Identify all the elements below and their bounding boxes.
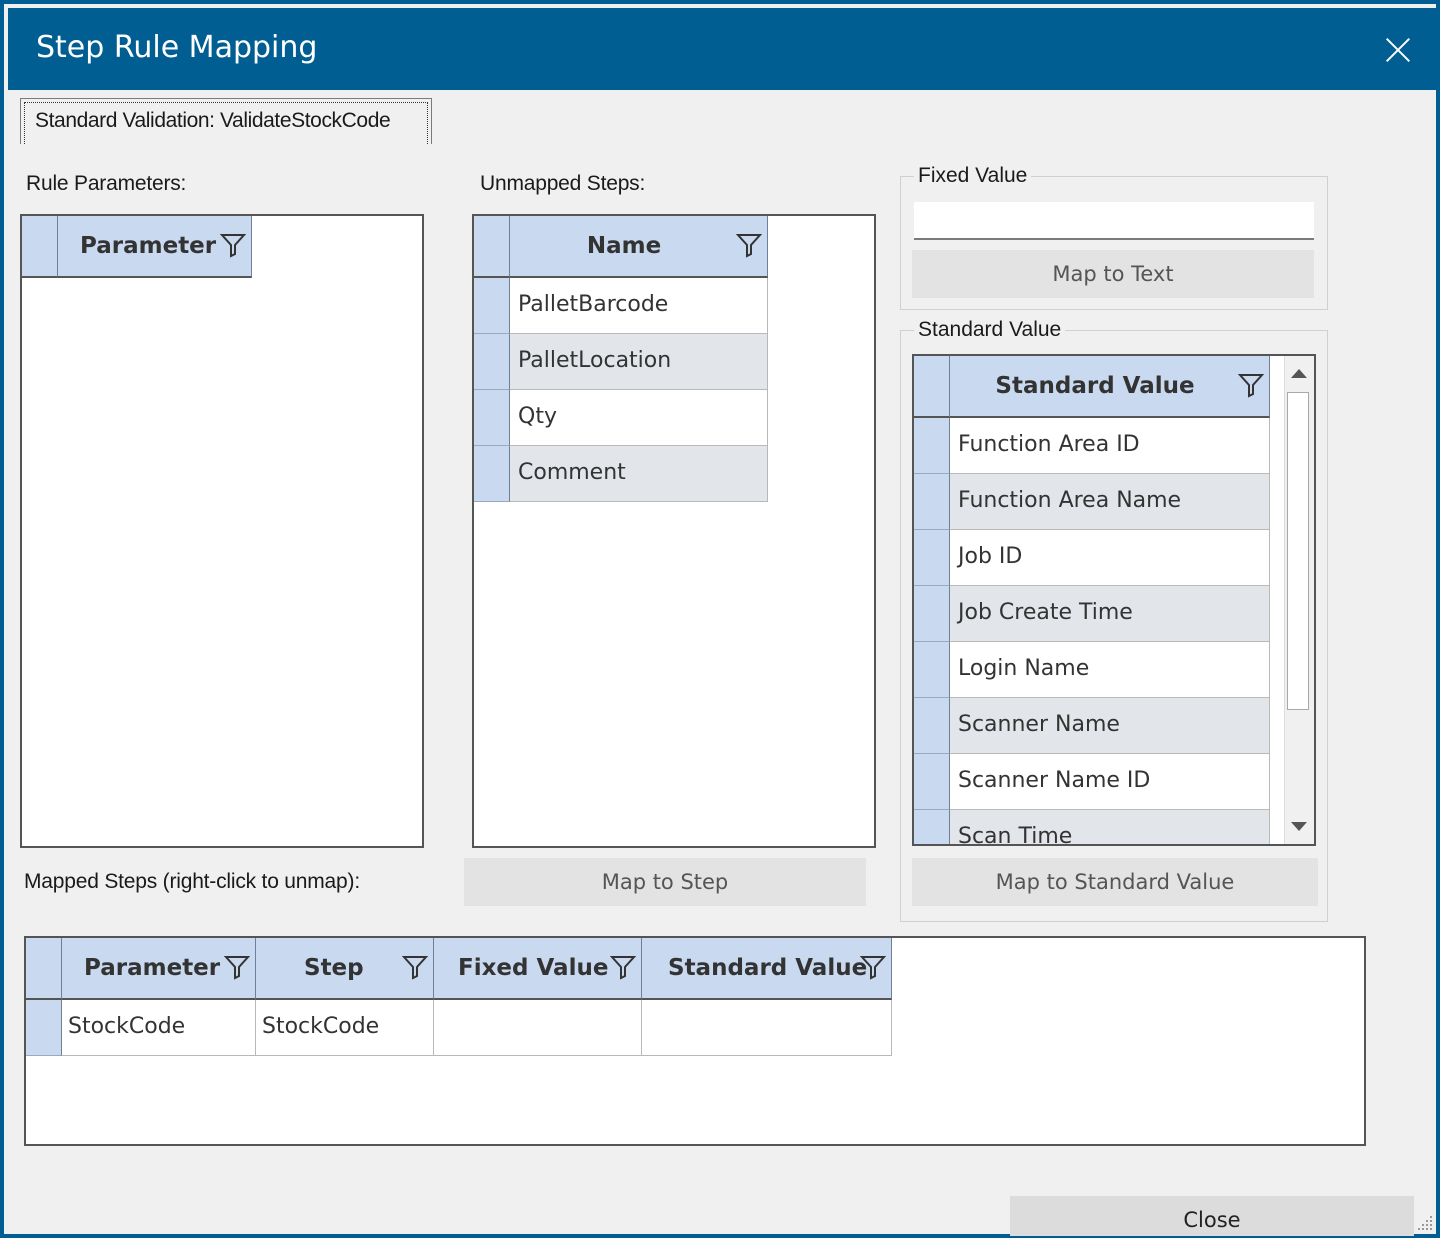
column-header-standard-value[interactable]: Standard Value (950, 356, 1270, 418)
filter-icon[interactable] (736, 232, 762, 258)
header-row-selector[interactable] (22, 216, 58, 278)
table-row[interactable]: Job Create Time (950, 586, 1270, 642)
row-selector[interactable] (914, 754, 950, 810)
filter-icon[interactable] (220, 232, 246, 258)
dialog-window: Step Rule Mapping Standard Validation: V… (0, 0, 1440, 1238)
fixed-value-input[interactable] (914, 202, 1314, 240)
cell-name: PalletLocation (518, 348, 672, 373)
mapped-steps-grid[interactable]: Parameter Step Fixed Value Standard Valu… (24, 936, 1366, 1146)
cell-standard-value: Scan Time (958, 824, 1073, 846)
cell-step[interactable]: StockCode (256, 1000, 434, 1056)
filter-icon[interactable] (224, 954, 250, 980)
table-row[interactable]: Login Name (950, 642, 1270, 698)
cell-text: StockCode (68, 1014, 186, 1039)
row-selector[interactable] (474, 278, 510, 334)
fixed-value-group-title: Fixed Value (914, 164, 1032, 188)
standard-value-grid[interactable]: Standard Value Function Area ID Function… (912, 354, 1316, 846)
table-row[interactable]: Scanner Name ID (950, 754, 1270, 810)
unmapped-steps-grid[interactable]: Name PalletBarcode PalletLocation Qty Co… (472, 214, 876, 848)
table-row[interactable]: Scan Time (950, 810, 1270, 846)
column-header-label: Standard Value (995, 373, 1195, 399)
row-selector[interactable] (914, 418, 950, 474)
column-header-label: Name (586, 233, 662, 259)
column-header-label: Parameter (80, 233, 217, 259)
row-selector[interactable] (474, 334, 510, 390)
table-row[interactable]: PalletLocation (510, 334, 768, 390)
cell-standard-value: Login Name (958, 656, 1090, 681)
filter-icon[interactable] (610, 954, 636, 980)
column-header-parameter[interactable]: Parameter (62, 938, 256, 1000)
header-row-selector[interactable] (26, 938, 62, 1000)
cell-name: Comment (518, 460, 626, 485)
table-row[interactable]: Job ID (950, 530, 1270, 586)
cell-fixed-value[interactable] (434, 1000, 642, 1056)
table-row[interactable]: Comment (510, 446, 768, 502)
cell-standard-value[interactable] (642, 1000, 892, 1056)
tab-label: Standard Validation: ValidateStockCode (35, 109, 391, 132)
column-header-label: Fixed Value (458, 955, 609, 981)
unmapped-steps-label: Unmapped Steps: (480, 172, 646, 195)
header-row-selector[interactable] (914, 356, 950, 418)
scrollbar-thumb[interactable] (1287, 392, 1309, 710)
table-row[interactable]: Scanner Name (950, 698, 1270, 754)
cell-standard-value: Job ID (958, 544, 1023, 569)
vertical-scrollbar[interactable] (1284, 356, 1314, 844)
column-header-label: Step (304, 955, 364, 981)
resize-grip-icon[interactable] (1414, 1212, 1434, 1232)
filter-icon[interactable] (402, 954, 428, 980)
row-selector[interactable] (474, 390, 510, 446)
rule-parameters-grid[interactable]: Parameter (20, 214, 424, 848)
close-button[interactable]: Close (1010, 1196, 1414, 1236)
row-selector[interactable] (914, 698, 950, 754)
row-selector[interactable] (914, 642, 950, 698)
table-row[interactable]: Function Area Name (950, 474, 1270, 530)
table-row[interactable]: PalletBarcode (510, 278, 768, 334)
row-selector[interactable] (26, 1000, 62, 1056)
map-to-standard-value-button[interactable]: Map to Standard Value (912, 858, 1318, 906)
row-selector[interactable] (914, 586, 950, 642)
button-label: Map to Standard Value (995, 870, 1235, 894)
cell-standard-value: Job Create Time (958, 600, 1133, 625)
mapped-steps-label: Mapped Steps (right-click to unmap): (24, 870, 360, 893)
button-label: Close (1183, 1208, 1241, 1232)
column-header-standard-value[interactable]: Standard Value (642, 938, 892, 1000)
cell-name: PalletBarcode (518, 292, 669, 317)
column-header-fixed-value[interactable]: Fixed Value (434, 938, 642, 1000)
column-header-label: Standard Value (668, 955, 868, 981)
row-selector[interactable] (914, 810, 950, 844)
map-to-step-button[interactable]: Map to Step (464, 858, 866, 906)
tab-standard-validation[interactable]: Standard Validation: ValidateStockCode (20, 98, 432, 144)
header-row-selector[interactable] (474, 216, 510, 278)
scroll-up-icon[interactable] (1285, 356, 1313, 390)
column-header-step[interactable]: Step (256, 938, 434, 1000)
standard-value-group-title: Standard Value (914, 318, 1066, 342)
filter-icon[interactable] (860, 954, 886, 980)
table-row[interactable]: Function Area ID (950, 418, 1270, 474)
cell-standard-value: Function Area Name (958, 488, 1182, 513)
row-selector[interactable] (914, 474, 950, 530)
table-row[interactable]: Qty (510, 390, 768, 446)
cell-parameter[interactable]: StockCode (62, 1000, 256, 1056)
title-bar[interactable]: Step Rule Mapping (8, 8, 1440, 90)
row-selector[interactable] (474, 446, 510, 502)
column-header-parameter[interactable]: Parameter (58, 216, 252, 278)
cell-standard-value: Scanner Name ID (958, 768, 1151, 793)
button-label: Map to Text (1052, 262, 1174, 286)
row-selector[interactable] (914, 530, 950, 586)
column-header-label: Parameter (84, 955, 221, 981)
cell-standard-value: Scanner Name (958, 712, 1120, 737)
rule-parameters-label: Rule Parameters: (26, 172, 187, 195)
column-header-name[interactable]: Name (510, 216, 768, 278)
scroll-down-icon[interactable] (1285, 810, 1313, 844)
close-icon[interactable] (1378, 30, 1418, 70)
cell-text: StockCode (262, 1014, 380, 1039)
window-title: Step Rule Mapping (36, 30, 318, 65)
cell-standard-value: Function Area ID (958, 432, 1140, 457)
cell-name: Qty (518, 404, 557, 429)
map-to-text-button[interactable]: Map to Text (912, 250, 1314, 298)
button-label: Map to Step (601, 870, 729, 894)
filter-icon[interactable] (1238, 372, 1264, 398)
